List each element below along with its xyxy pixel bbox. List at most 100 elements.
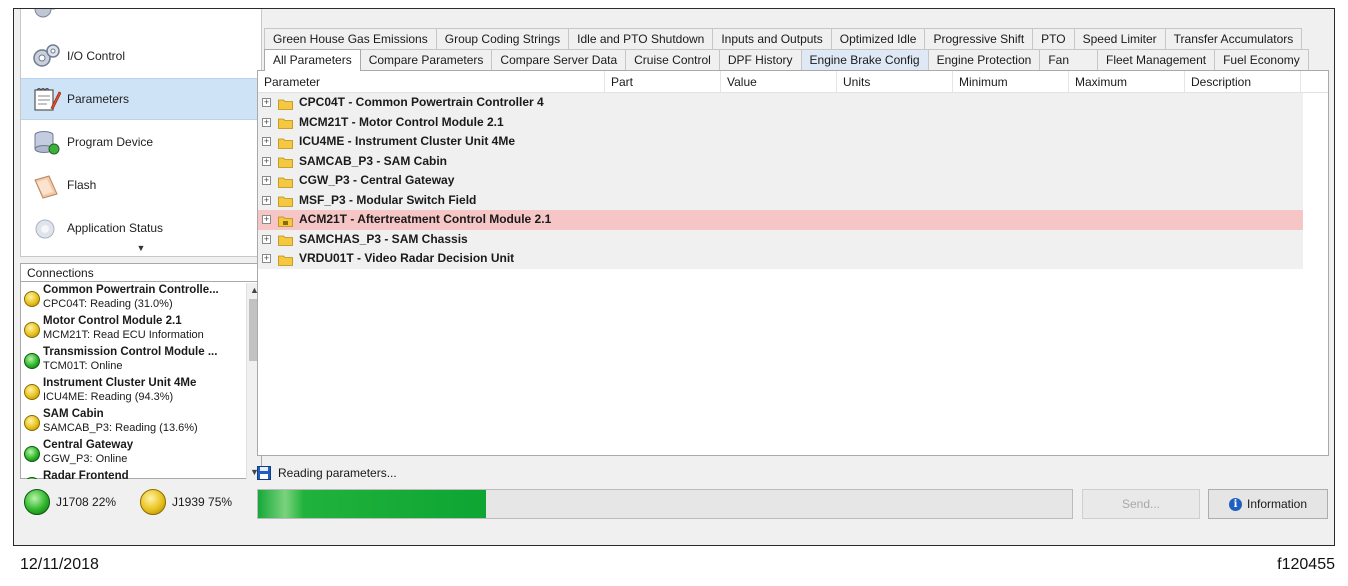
column-header-maximum[interactable]: Maximum [1069, 71, 1185, 93]
nav-item-flash[interactable]: Flash [21, 164, 261, 206]
connection-item[interactable]: Instrument Cluster Unit 4Me ICU4ME: Read… [21, 376, 247, 407]
status-dot-icon [24, 291, 40, 307]
nav-item-program-device[interactable]: Program Device [21, 121, 261, 163]
expand-icon[interactable]: + [262, 254, 271, 264]
tab-pto[interactable]: PTO [1032, 28, 1075, 49]
expand-icon[interactable]: + [262, 176, 271, 186]
navigation-panel: I/O Control Parameters Program Device Fl… [20, 9, 262, 257]
tab-compare-parameters[interactable]: Compare Parameters [359, 49, 493, 70]
nav-label: Flash [67, 178, 97, 192]
table-row[interactable]: + MSF_P3 - Modular Switch Field [258, 190, 1303, 210]
information-label: Information [1246, 497, 1308, 511]
connections-list: Common Powertrain Controlle... CPC04T: R… [21, 283, 247, 479]
tab-cruise-control[interactable]: Cruise Control [625, 49, 720, 70]
tab-fleet-management[interactable]: Fleet Management [1097, 49, 1216, 70]
connection-item[interactable]: Radar Frontend [21, 469, 247, 479]
folder-icon [278, 116, 293, 130]
table-row[interactable]: + CGW_P3 - Central Gateway [258, 171, 1303, 191]
tab-fuel-economy[interactable]: Fuel Economy [1214, 49, 1309, 70]
folder-lock-icon [278, 214, 293, 227]
column-header-description[interactable]: Description [1185, 71, 1301, 93]
folder-icon [278, 136, 293, 149]
column-header-parameter[interactable]: Parameter [258, 71, 605, 93]
expand-icon[interactable]: + [262, 98, 271, 108]
status-dot-icon [24, 415, 40, 431]
column-header-units[interactable]: Units [837, 71, 953, 93]
expand-icon[interactable]: + [262, 117, 271, 127]
table-row[interactable]: + ICU4ME - Instrument Cluster Unit 4Me [258, 132, 1303, 152]
tab-idle-and-pto-shutdown[interactable]: Idle and PTO Shutdown [568, 28, 714, 49]
table-row[interactable]: + CPC04T - Common Powertrain Controller … [258, 93, 1303, 113]
tab-transfer-accumulators[interactable]: Transfer Accumulators [1164, 28, 1303, 49]
folder-icon [278, 194, 293, 208]
connection-item[interactable]: Central Gateway CGW_P3: Online [21, 438, 247, 469]
expand-icon[interactable]: + [262, 215, 271, 225]
notepad-pencil-icon [31, 84, 62, 114]
j1708-indicator: J1708 22% [24, 489, 116, 515]
gears-icon [31, 9, 61, 21]
j1939-indicator: J1939 75% [140, 489, 232, 515]
connection-status: CGW_P3: Online [43, 453, 128, 465]
status-dot-icon [24, 489, 50, 515]
folder-icon [278, 97, 293, 110]
column-header-minimum[interactable]: Minimum [953, 71, 1069, 93]
parameter-grid: Parameter Part Value Units Minimum Maxim… [257, 70, 1329, 456]
tab-compare-server-data[interactable]: Compare Server Data [491, 49, 627, 70]
expand-icon[interactable]: + [262, 195, 271, 205]
status-dot-icon [24, 322, 40, 338]
grid-rows: + CPC04T - Common Powertrain Controller … [258, 93, 1328, 269]
expand-icon[interactable]: + [262, 156, 271, 166]
column-header-value[interactable]: Value [721, 71, 837, 93]
connection-name: Motor Control Module 2.1 [43, 315, 182, 327]
connection-status: MCM21T: Read ECU Information [43, 329, 204, 341]
connection-status: TCM01T: Online [43, 360, 123, 372]
send-button[interactable]: Send... [1082, 489, 1200, 519]
tab-progressive-shift[interactable]: Progressive Shift [924, 28, 1034, 49]
connection-item[interactable]: Common Powertrain Controlle... CPC04T: R… [21, 283, 247, 314]
tab-inputs-and-outputs[interactable]: Inputs and Outputs [712, 28, 832, 49]
row-name: MSF_P3 - Modular Switch Field [299, 192, 477, 207]
table-row[interactable]: + VRDU01T - Video Radar Decision Unit [258, 249, 1303, 269]
nav-item-io-control[interactable]: I/O Control [21, 35, 261, 77]
connection-item[interactable]: Motor Control Module 2.1 MCM21T: Read EC… [21, 314, 247, 345]
tab-group-coding-strings[interactable]: Group Coding Strings [435, 28, 570, 49]
row-name: SAMCAB_P3 - SAM Cabin [299, 153, 448, 168]
table-row[interactable]: + MCM21T - Motor Control Module 2.1 [258, 112, 1303, 132]
tab-optimized-idle[interactable]: Optimized Idle [830, 28, 926, 49]
expand-icon[interactable]: + [262, 234, 271, 244]
row-name: MCM21T - Motor Control Module 2.1 [299, 114, 504, 129]
connection-name: Common Powertrain Controlle... [43, 284, 219, 296]
folder-icon [278, 253, 293, 266]
folder-icon [278, 175, 293, 188]
tab-dpf-history[interactable]: DPF History [718, 49, 802, 70]
information-button[interactable]: i Information [1208, 489, 1328, 519]
table-row[interactable]: + SAMCAB_P3 - SAM Cabin [258, 151, 1303, 171]
connections-title: Connections [21, 264, 261, 282]
info-icon: i [1228, 497, 1242, 511]
tab-engine-protection[interactable]: Engine Protection [927, 49, 1041, 70]
application-window: I/O Control Parameters Program Device Fl… [13, 8, 1335, 546]
connection-item[interactable]: Transmission Control Module ... TCM01T: … [21, 345, 247, 376]
connections-panel: Connections Common Powertrain Controlle.… [20, 263, 262, 479]
nav-item-parameters[interactable]: Parameters [21, 78, 261, 120]
expand-icon[interactable]: + [262, 137, 271, 147]
tab-strip-upper: Green House Gas Emissions Group Coding S… [264, 28, 1303, 49]
table-row-selected[interactable]: + ACM21T - Aftertreatment Control Module… [258, 210, 1303, 230]
grid-header: Parameter Part Value Units Minimum Maxim… [258, 71, 1328, 93]
flash-icon [31, 170, 61, 200]
nav-scroll-down-icon[interactable]: ▼ [21, 240, 261, 256]
tab-engine-brake-config[interactable]: Engine Brake Config [800, 49, 929, 70]
connection-name: Transmission Control Module ... [43, 346, 218, 358]
tab-fan[interactable]: Fan [1039, 49, 1099, 70]
column-header-part[interactable]: Part [605, 71, 721, 93]
connection-name: Radar Frontend [43, 470, 129, 479]
status-text: Reading parameters... [278, 466, 397, 480]
tab-green-house-gas-emissions[interactable]: Green House Gas Emissions [264, 28, 437, 49]
table-row[interactable]: + SAMCHAS_P3 - SAM Chassis [258, 229, 1303, 249]
tab-speed-limiter[interactable]: Speed Limiter [1073, 28, 1166, 49]
tab-all-parameters[interactable]: All Parameters [264, 49, 361, 71]
nav-item-partial[interactable] [21, 9, 261, 27]
connection-item[interactable]: SAM Cabin SAMCAB_P3: Reading (13.6%) [21, 407, 247, 438]
connection-status: CPC04T: Reading (31.0%) [43, 298, 173, 310]
connection-status: ICU4ME: Reading (94.3%) [43, 391, 174, 403]
